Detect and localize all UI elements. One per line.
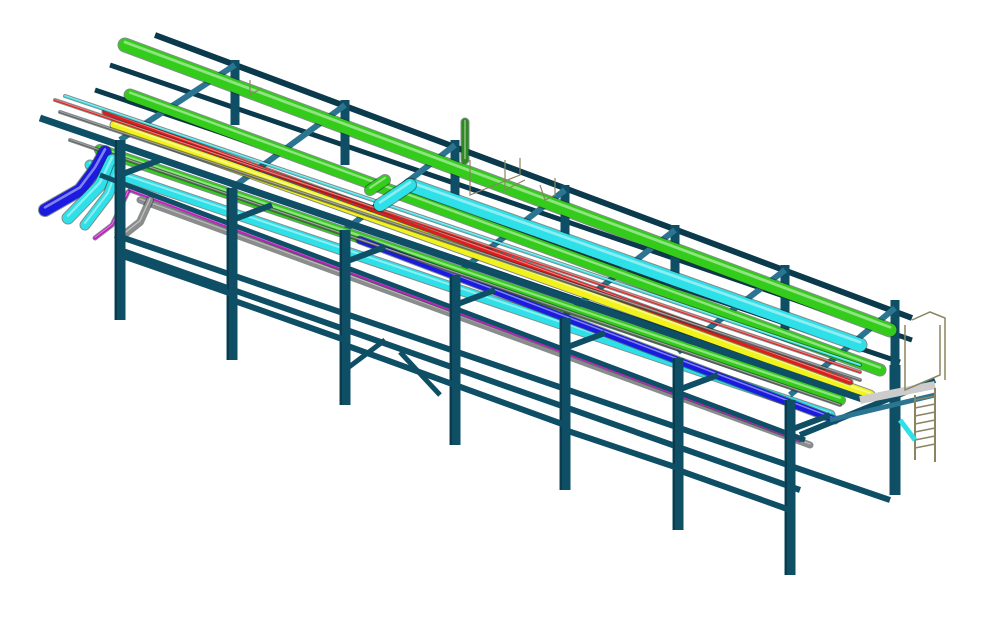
lower-tie-5	[564, 427, 679, 471]
ladder-rung	[914, 403, 936, 409]
mid-cross-beam-6	[676, 372, 720, 393]
ladder-rung	[914, 427, 936, 433]
ladder-rung	[914, 419, 936, 425]
lower-tie-1	[119, 252, 236, 298]
pipe-rack-drawing	[38, 32, 946, 575]
lower-tie-4	[453, 382, 567, 428]
ladder-rung	[914, 411, 936, 417]
ladder-rung	[914, 443, 936, 449]
pipe-runs	[38, 37, 898, 449]
stair-brace	[898, 418, 917, 442]
ladder-rung	[914, 435, 936, 441]
lower-tie-6	[676, 467, 792, 513]
